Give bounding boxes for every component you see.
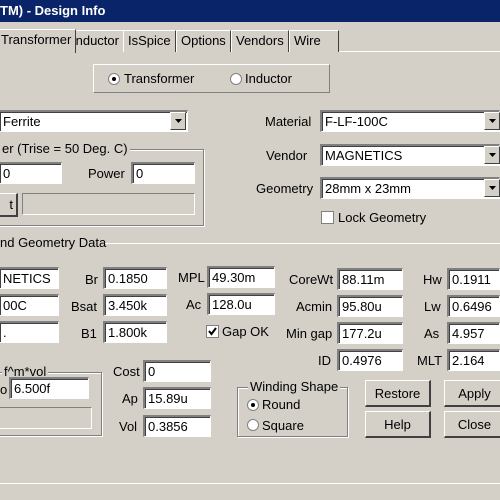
corewt-value: 88.11m: [337, 268, 403, 290]
winding-shape-title: Winding Shape: [248, 379, 341, 394]
mlt-value: 2.164: [447, 349, 500, 371]
help-button[interactable]: Help: [365, 411, 431, 438]
lock-geometry-label: Lock Geometry: [338, 210, 427, 225]
hw-label: Hw: [423, 272, 442, 287]
b1-label: B1: [81, 326, 97, 341]
mode-inductor-label: Inductor: [245, 71, 292, 86]
winding-square-label: Square: [262, 418, 304, 433]
power-label: Power: [88, 166, 125, 181]
vol-label: Vol: [119, 419, 138, 434]
checkmark-icon: [208, 327, 217, 336]
window-title-bar: TM) - Design Info: [0, 0, 500, 22]
tab-options[interactable]: Options: [176, 30, 231, 52]
gap-ok-label: Gap OK: [222, 324, 269, 339]
winding-square-radio[interactable]: [247, 419, 259, 431]
apply-button[interactable]: Apply: [444, 380, 500, 407]
cost-input[interactable]: 0: [143, 360, 211, 382]
material-select[interactable]: F-LF-100C: [320, 110, 500, 132]
mode-transformer-radio[interactable]: [108, 73, 120, 85]
material-label: Material: [265, 114, 312, 129]
ac-value: 128.0u: [207, 293, 275, 315]
material-readout: 00C: [0, 294, 59, 316]
br-value: 0.1850: [103, 267, 167, 289]
core-type-select[interactable]: Ferrite: [0, 110, 188, 132]
section-divider: [105, 243, 500, 244]
acmin-value: 95.80u: [337, 295, 403, 317]
shape-readout: .: [0, 321, 59, 343]
core-loss-label: o: [0, 382, 8, 397]
cost-label: Cost: [113, 364, 140, 379]
chevron-down-icon[interactable]: [484, 179, 500, 197]
mpl-value: 49.30m: [207, 266, 275, 288]
vendor-readout: NETICS: [0, 267, 59, 289]
mode-inductor-radio[interactable]: [230, 73, 242, 85]
geometry-label: Geometry: [256, 181, 314, 196]
chevron-down-icon[interactable]: [170, 112, 186, 130]
mpl-label: MPL: [178, 270, 205, 285]
as-value: 4.957: [447, 322, 500, 344]
vendor-label: Vendor: [266, 148, 308, 163]
ap-label: Ap: [122, 391, 138, 406]
lock-geometry-checkbox[interactable]: [321, 211, 334, 224]
id-value: 0.4976: [337, 349, 403, 371]
mlt-label: MLT: [417, 353, 443, 368]
temperature-input[interactable]: 0: [0, 162, 62, 184]
hw-value: 0.1911: [447, 268, 500, 290]
bottom-divider: [0, 483, 500, 484]
corewt-label: CoreWt: [289, 272, 334, 287]
restore-button[interactable]: Restore: [365, 380, 431, 407]
gap-ok-checkbox[interactable]: [206, 325, 219, 338]
tab-transformer[interactable]: Transformer: [0, 29, 77, 53]
calculate-button[interactable]: t: [0, 193, 18, 217]
winding-round-radio[interactable]: [247, 399, 259, 411]
as-label: As: [424, 326, 440, 341]
chevron-down-icon[interactable]: [484, 112, 500, 130]
tab-isspice[interactable]: IsSpice: [123, 30, 176, 52]
chevron-down-icon[interactable]: [484, 146, 500, 164]
tab-vendors[interactable]: Vendors: [231, 30, 289, 52]
core-loss-status: [0, 407, 92, 429]
acmin-label: Acmin: [296, 299, 333, 314]
b1-value: 1.800k: [103, 321, 167, 343]
vol-value: 0.3856: [143, 415, 211, 437]
vendor-select[interactable]: MAGNETICS: [320, 144, 500, 166]
temperature-group-title: er (Trise = 50 Deg. C): [0, 141, 130, 156]
id-label: ID: [318, 353, 331, 368]
mingap-label: Min gap: [286, 326, 333, 341]
winding-round-label: Round: [262, 397, 301, 412]
power-input[interactable]: 0: [131, 162, 195, 184]
lw-label: Lw: [424, 299, 441, 314]
mode-transformer-label: Transformer: [124, 71, 195, 86]
status-box: [22, 193, 195, 215]
geometry-select[interactable]: 28mm x 23mm: [320, 177, 500, 199]
tab-wire[interactable]: Wire: [289, 30, 339, 52]
bsat-value: 3.450k: [103, 294, 167, 316]
ap-value: 15.89u: [143, 387, 211, 409]
bsat-label: Bsat: [71, 299, 98, 314]
close-button[interactable]: Close: [444, 411, 500, 438]
br-label: Br: [85, 272, 98, 287]
ac-label: Ac: [186, 297, 202, 312]
mingap-value: 177.2u: [337, 322, 403, 344]
window-title: TM) - Design Info: [0, 3, 106, 18]
geometry-data-title: nd Geometry Data: [0, 235, 107, 250]
core-loss-input[interactable]: 6.500f: [9, 377, 89, 399]
lw-value: 0.6496: [447, 295, 500, 317]
